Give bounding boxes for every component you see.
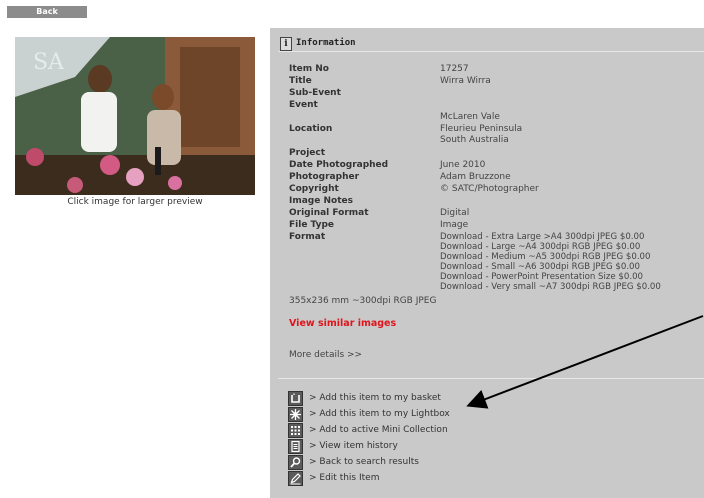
field-photographer: Photographer Adam Bruzzone	[289, 172, 704, 184]
preview-caption: Click image for larger preview	[67, 197, 203, 207]
field-date-photographed: Date Photographed June 2010	[289, 160, 704, 172]
field-label: Location	[289, 124, 333, 134]
action-label: > Edit this Item	[309, 473, 380, 483]
field-label: Item No	[289, 64, 329, 74]
field-label: Title	[289, 76, 312, 86]
action-label: > Add this item to my basket	[309, 393, 441, 403]
field-event: Event	[289, 100, 704, 112]
search-icon	[288, 455, 303, 470]
panel-title: Information	[296, 38, 356, 48]
field-title: Title Wirra Wirra	[289, 76, 704, 88]
history-icon	[288, 439, 303, 454]
field-label: Event	[289, 100, 318, 110]
field-value: © SATC/Photographer	[440, 184, 539, 194]
field-format: Format Download - Extra Large >A4 300dpi…	[289, 232, 704, 302]
field-value: Image	[440, 220, 469, 230]
field-project: Project	[289, 148, 704, 160]
size-line: 355x236 mm ~300dpi RGB JPEG	[289, 296, 437, 306]
field-label: Photographer	[289, 172, 360, 182]
field-label: Format	[289, 232, 326, 242]
field-label: File Type	[289, 220, 335, 230]
field-label: Original Format	[289, 208, 369, 218]
info-icon: i	[280, 37, 292, 51]
field-value: Adam Bruzzone	[440, 172, 511, 182]
field-original-format: Original Format Digital	[289, 208, 704, 220]
field-sub-event: Sub-Event	[289, 88, 704, 100]
field-value: 17257	[440, 64, 469, 74]
mini-collection-icon	[288, 423, 303, 438]
action-label: > Add to active Mini Collection	[309, 425, 448, 435]
item-preview-image[interactable]: SA	[15, 37, 255, 195]
field-copyright: Copyright © SATC/Photographer	[289, 184, 704, 196]
view-similar-link[interactable]: View similar images	[289, 318, 396, 329]
svg-text:SA: SA	[33, 50, 65, 75]
field-value: Download - Extra Large >A4 300dpi JPEG $…	[440, 232, 661, 292]
field-label: Project	[289, 148, 326, 158]
panel-header: i Information	[278, 36, 704, 52]
action-label: > View item history	[309, 441, 398, 451]
field-value: June 2010	[440, 160, 486, 170]
edit-icon	[288, 471, 303, 486]
field-value: McLaren Vale Fleurieu Peninsula South Au…	[440, 112, 523, 145]
field-value: Digital	[440, 208, 470, 218]
field-location: Location McLaren Vale Fleurieu Peninsula…	[289, 112, 704, 148]
lightbox-icon	[288, 407, 303, 422]
field-item-no: Item No 17257	[289, 64, 704, 76]
field-value: Wirra Wirra	[440, 76, 491, 86]
field-label: Image Notes	[289, 196, 353, 206]
field-label: Sub-Event	[289, 88, 341, 98]
field-label: Copyright	[289, 184, 339, 194]
field-file-type: File Type Image	[289, 220, 704, 232]
action-label: > Back to search results	[309, 457, 419, 467]
more-details-link[interactable]: More details >>	[289, 350, 362, 360]
back-button[interactable]: Back	[7, 6, 87, 18]
action-label: > Add this item to my Lightbox	[309, 409, 450, 419]
field-image-notes: Image Notes	[289, 196, 704, 208]
divider	[278, 378, 704, 379]
information-panel: i Information Item No 17257 Title Wirra …	[270, 28, 704, 498]
field-label: Date Photographed	[289, 160, 389, 170]
basket-icon	[288, 391, 303, 406]
